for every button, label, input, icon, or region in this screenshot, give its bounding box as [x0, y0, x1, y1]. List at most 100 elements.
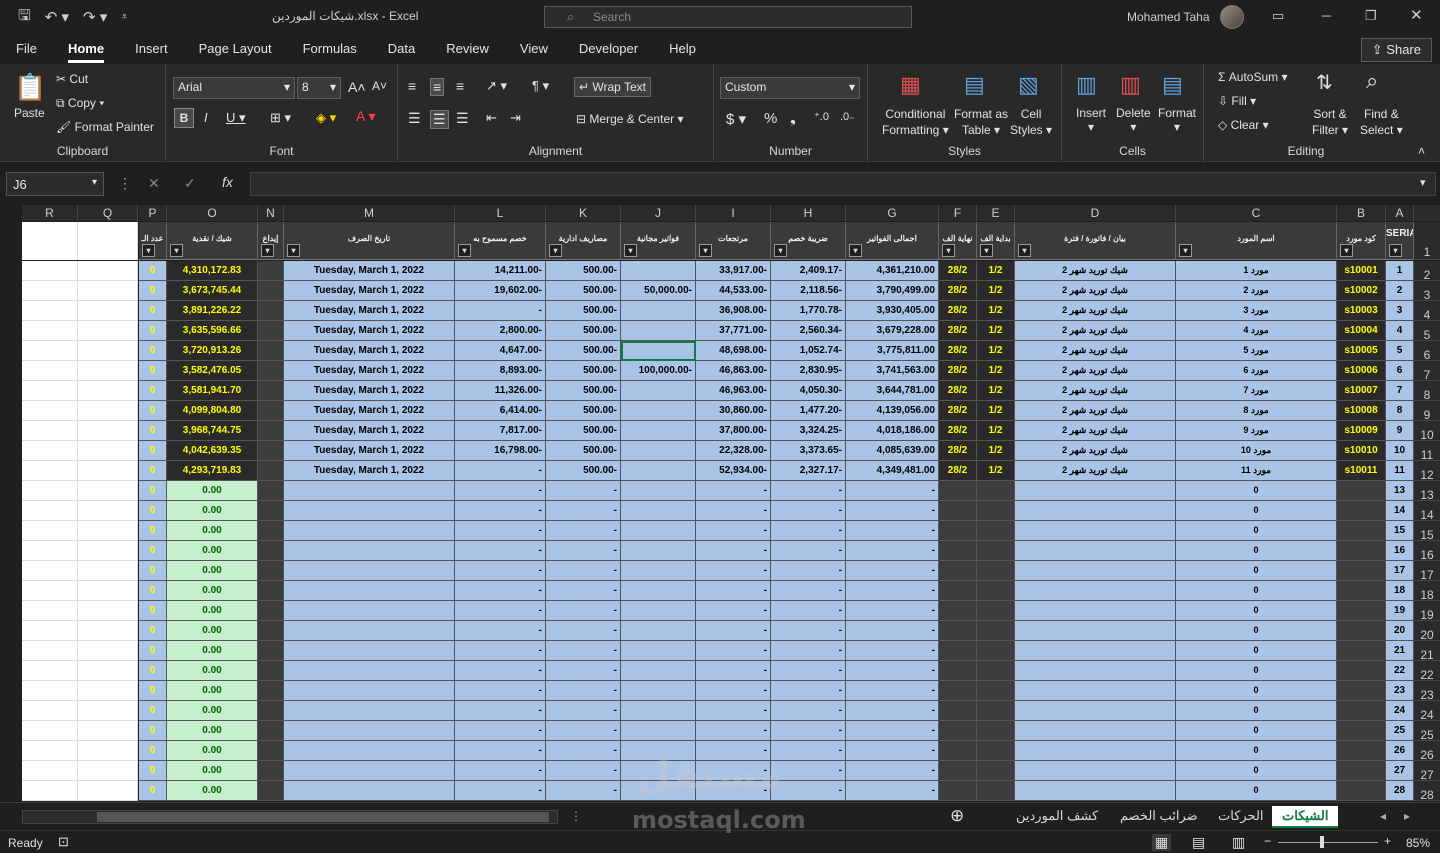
cell-H12[interactable]: 2,327.17-	[771, 461, 846, 481]
cell-N17[interactable]	[258, 561, 284, 581]
filter-dropdown-icon[interactable]: ▾	[1340, 244, 1353, 257]
cell-J4[interactable]	[621, 301, 696, 321]
cell-E22[interactable]	[977, 661, 1015, 681]
cell-L23[interactable]: -	[455, 681, 546, 701]
cell-D23[interactable]	[1015, 681, 1176, 701]
tab-review[interactable]: Review	[430, 34, 504, 64]
row-header-24[interactable]: 24	[1414, 701, 1440, 722]
cell-D2[interactable]: شيك توريد شهر 2	[1015, 261, 1176, 281]
cell-O17[interactable]: 0.00	[167, 561, 258, 581]
cell-R26[interactable]	[22, 741, 78, 761]
cell-L21[interactable]: -	[455, 641, 546, 661]
cell-N2[interactable]	[258, 261, 284, 281]
row-header-11[interactable]: 11	[1414, 441, 1440, 462]
cell-styles-icon[interactable]: ▧	[1018, 72, 1039, 98]
zoom-slider-thumb[interactable]	[1320, 836, 1324, 848]
cell-F3[interactable]: 28/2	[939, 281, 977, 301]
cell-G7[interactable]: 3,741,563.00	[846, 361, 939, 381]
cell-F17[interactable]	[939, 561, 977, 581]
cell-C6[interactable]: مورد 5	[1176, 341, 1337, 361]
cell-E16[interactable]	[977, 541, 1015, 561]
cell-N10[interactable]	[258, 421, 284, 441]
cell-O14[interactable]: 0.00	[167, 501, 258, 521]
cell-G8[interactable]: 3,644,781.00	[846, 381, 939, 401]
cell-I14[interactable]: -	[696, 501, 771, 521]
cell-G12[interactable]: 4,349,481.00	[846, 461, 939, 481]
cell-K7[interactable]: 500.00-	[546, 361, 621, 381]
cell-R3[interactable]	[22, 281, 78, 301]
cell-G15[interactable]: -	[846, 521, 939, 541]
cell-L10[interactable]: 7,817.00-	[455, 421, 546, 441]
cell-O13[interactable]: 0.00	[167, 481, 258, 501]
cell-M28[interactable]	[284, 781, 455, 801]
cell-O24[interactable]: 0.00	[167, 701, 258, 721]
cell-I7[interactable]: 46,863.00-	[696, 361, 771, 381]
cell-Q4[interactable]	[78, 301, 138, 321]
cell-K24[interactable]: -	[546, 701, 621, 721]
cell-K6[interactable]: 500.00-	[546, 341, 621, 361]
cell-F2[interactable]: 28/2	[939, 261, 977, 281]
align-left-icon[interactable]: ☰	[408, 110, 421, 127]
cell-B17[interactable]	[1337, 561, 1386, 581]
format-cells-icon[interactable]: ▤	[1162, 72, 1183, 98]
cell-O26[interactable]: 0.00	[167, 741, 258, 761]
cell-R21[interactable]	[22, 641, 78, 661]
cell-P24[interactable]: 0	[139, 701, 167, 721]
cell-E3[interactable]: 1/2	[977, 281, 1015, 301]
cell-G19[interactable]: -	[846, 601, 939, 621]
table-header-H[interactable]: ضريبة خصم ▾	[771, 222, 846, 260]
cell-B6[interactable]: s10005	[1337, 341, 1386, 361]
cell-D14[interactable]	[1015, 501, 1176, 521]
cell-J12[interactable]	[621, 461, 696, 481]
cell-P5[interactable]: 0	[139, 321, 167, 341]
cell-E11[interactable]: 1/2	[977, 441, 1015, 461]
cell-B27[interactable]	[1337, 761, 1386, 781]
cell-B26[interactable]	[1337, 741, 1386, 761]
cell-A7[interactable]: 6	[1386, 361, 1414, 381]
cell-H16[interactable]: -	[771, 541, 846, 561]
cell-D26[interactable]	[1015, 741, 1176, 761]
cell-D27[interactable]	[1015, 761, 1176, 781]
cell-P9[interactable]: 0	[139, 401, 167, 421]
cell-Q7[interactable]	[78, 361, 138, 381]
cell-A21[interactable]: 21	[1386, 641, 1414, 661]
cell-N3[interactable]	[258, 281, 284, 301]
cell-H22[interactable]: -	[771, 661, 846, 681]
cell-P18[interactable]: 0	[139, 581, 167, 601]
cell-J8[interactable]	[621, 381, 696, 401]
cell-E23[interactable]	[977, 681, 1015, 701]
cell-K12[interactable]: 500.00-	[546, 461, 621, 481]
cell-N26[interactable]	[258, 741, 284, 761]
cell-P4[interactable]: 0	[139, 301, 167, 321]
cell-F4[interactable]: 28/2	[939, 301, 977, 321]
cell-L19[interactable]: -	[455, 601, 546, 621]
cell-L13[interactable]: -	[455, 481, 546, 501]
cell-A25[interactable]: 25	[1386, 721, 1414, 741]
cell-N13[interactable]	[258, 481, 284, 501]
cell-A27[interactable]: 27	[1386, 761, 1414, 781]
cell-K21[interactable]: -	[546, 641, 621, 661]
cell-N22[interactable]	[258, 661, 284, 681]
cell-F10[interactable]: 28/2	[939, 421, 977, 441]
cell-N6[interactable]	[258, 341, 284, 361]
blank-header-Q[interactable]	[78, 222, 138, 260]
cell-G22[interactable]: -	[846, 661, 939, 681]
cell-B3[interactable]: s10002	[1337, 281, 1386, 301]
cell-F12[interactable]: 28/2	[939, 461, 977, 481]
format-cells-button[interactable]: Format ▾	[1158, 106, 1196, 134]
cell-R6[interactable]	[22, 341, 78, 361]
cell-G11[interactable]: 4,085,639.00	[846, 441, 939, 461]
cell-J6[interactable]	[621, 341, 696, 361]
cell-A4[interactable]: 3	[1386, 301, 1414, 321]
cell-R18[interactable]	[22, 581, 78, 601]
cell-G4[interactable]: 3,930,405.00	[846, 301, 939, 321]
paste-button[interactable]: Paste	[14, 106, 45, 120]
cell-P21[interactable]: 0	[139, 641, 167, 661]
horizontal-scroll-thumb[interactable]	[97, 812, 549, 822]
cell-P27[interactable]: 0	[139, 761, 167, 781]
cell-L27[interactable]: -	[455, 761, 546, 781]
cell-K22[interactable]: -	[546, 661, 621, 681]
cell-N24[interactable]	[258, 701, 284, 721]
table-header-N[interactable]: إيداع ▾	[258, 222, 284, 260]
cell-E13[interactable]	[977, 481, 1015, 501]
